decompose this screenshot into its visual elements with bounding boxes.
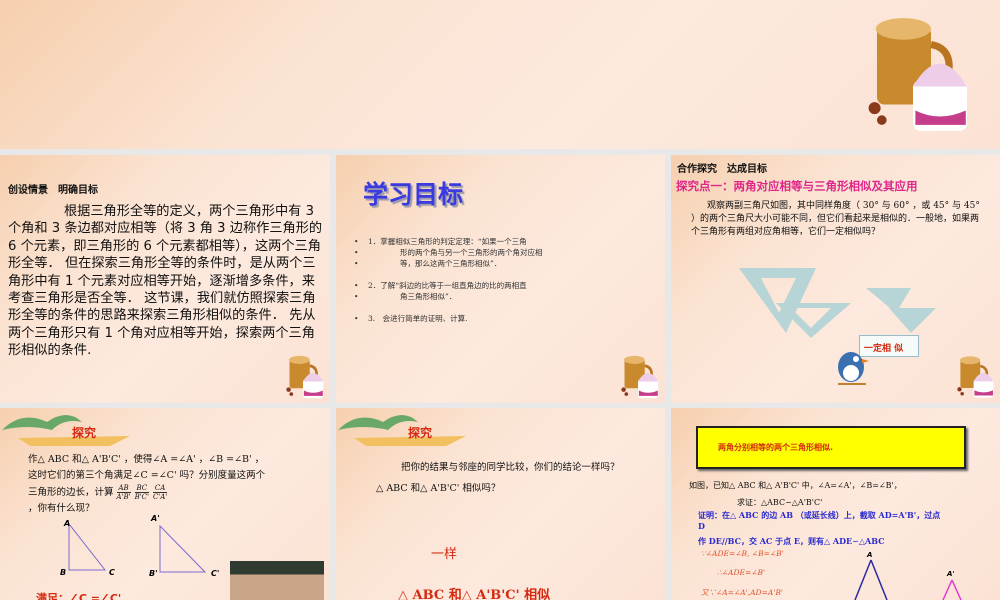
slide-thumbnail-5[interactable]: 探究 把你的结果与邻座的同学比较，你们的结论一样吗？ △ ABC 和△ A'B'… xyxy=(336,408,665,600)
proof-text: D xyxy=(698,521,705,531)
slide-subtitle: 探究点一：两角对应相等与三角形相似及其应用 xyxy=(676,179,918,193)
fraction-numerator: AB xyxy=(116,484,131,493)
vertex-label: C xyxy=(109,568,115,577)
coffee-cup-image xyxy=(956,352,1000,402)
proof-step: ∴∠ADE=∠B' xyxy=(717,568,766,577)
fraction-denominator: B'C' xyxy=(134,493,149,501)
coffee-cup-image xyxy=(865,0,985,149)
section-badge: 探究 xyxy=(408,426,433,440)
prove-text: 求证：△ABC∽△A'B'C' xyxy=(737,498,823,507)
slide-thumbnail-2[interactable]: 学习目标 1．掌握相似三角形的判定定理：“如果一个三角 形的两个角与另一个三角形… xyxy=(336,155,665,403)
slide-thumbnail-6[interactable]: 两角分别相等的两个三角形相似. 如图，已知△ ABC 和△ A'B'C' 中，∠… xyxy=(671,408,1000,600)
proof-text: 作 DE//BC，交 AC 于点 E，则有△ ADE∽△ABC xyxy=(698,536,885,546)
objectives-list: 1．掌握相似三角形的判定定理：“如果一个三角 形的两个角与另一个三角形的两个角对… xyxy=(350,236,660,324)
text-line: 作△ ABC 和△ A'B'C' ，使得∠A =∠A' ，∠B =∠B' ， xyxy=(28,454,265,465)
slide-thumbnail-1[interactable]: 创设情景 明确目标 根据三角形全等的定义，两个三角形中有 3 个角和 3 条边都… xyxy=(0,155,330,403)
text-line: ，你有什么现？ xyxy=(28,503,95,514)
triangles-diagram xyxy=(68,522,207,573)
slide-heading: 合作探究 达成目标 xyxy=(677,164,767,175)
coffee-cup-image xyxy=(620,352,665,402)
fraction-denominator: C'A' xyxy=(152,493,168,501)
leaf-decoration-icon xyxy=(338,415,466,446)
set-square-rulers-image xyxy=(739,268,936,338)
slide-title: 学习目标 xyxy=(363,180,464,209)
fraction-denominator: A'B' xyxy=(116,493,131,501)
proof-step: ∵∠ADE=∠B, ∠B=∠B' xyxy=(701,549,784,558)
text-line: 这时它们的第三个角满足∠C =∠C' 吗？分别度量这两个 xyxy=(28,470,266,481)
coffee-cup-image xyxy=(285,352,330,402)
question-text: 把你的结果与邻座的同学比较，你们的结论一样吗？ xyxy=(401,462,620,473)
theorem-box: 两角分别相等的两个三角形相似. xyxy=(696,426,966,469)
bird-mascot-icon xyxy=(838,352,869,385)
list-item: 等，那么这两个三角形相似”． xyxy=(350,258,660,269)
vertex-label: B xyxy=(60,568,67,577)
slide-thumbnail-4[interactable]: 探究 作△ ABC 和△ A'B'C' ，使得∠A =∠A' ，∠B =∠B' … xyxy=(0,408,330,600)
question-text: △ ABC 和△ A'B'C' 相似吗？ xyxy=(376,483,501,494)
vertex-label: C' xyxy=(211,569,220,578)
given-text: 如图，已知△ ABC 和△ A'B'C' 中，∠A=∠A'，∠B=∠B'， xyxy=(689,481,902,490)
slide-heading: 创设情景 明确目标 xyxy=(8,185,98,196)
answer-text: 一样 xyxy=(431,547,458,562)
slide-body-text: 作△ ABC 和△ A'B'C' ，使得∠A =∠A' ，∠B =∠B' ， 这… xyxy=(28,452,328,517)
slide-thumbnail-3[interactable]: 合作探究 达成目标 探究点一：两角对应相等与三角形相似及其应用 观察两副三角尺如… xyxy=(671,155,1000,403)
banner-slide[interactable] xyxy=(0,0,1000,149)
fraction-numerator: CA xyxy=(152,484,168,493)
classroom-photo xyxy=(230,561,324,600)
list-item: 2．了解“斜边的比等于一组直角边的比的两相直 xyxy=(350,280,660,291)
vertex-label: A xyxy=(64,519,71,528)
proof-step: 又∵∠A=∠A',AD=A'B' xyxy=(701,588,783,597)
list-item: 3. 会进行简单的证明、计算. xyxy=(350,313,660,324)
answer-text: △ ABC 和△ A'B'C' 相似 xyxy=(398,588,551,600)
answer-text: 满足：∠C =∠C' xyxy=(36,592,122,600)
proof-text: 证明：在△ ABC 的边 AB （或延长线）上，截取 AD=A'B'，过点 xyxy=(698,510,941,520)
slide-body-text: 根据三角形全等的定义，两个三角形中有 3 个角和 3 条边都对应相等（将 3 角… xyxy=(8,204,323,359)
list-item: 1．掌握相似三角形的判定定理：“如果一个三角 xyxy=(350,236,660,247)
triangles-diagram xyxy=(854,559,962,600)
section-badge: 探究 xyxy=(72,426,97,440)
vertex-label: B' xyxy=(149,569,158,578)
fraction-numerator: BC xyxy=(134,484,149,493)
list-item: 角三角形相似”． xyxy=(350,291,660,302)
vertex-label: A' xyxy=(151,514,160,523)
leaf-decoration-icon xyxy=(2,415,130,446)
ratio-fractions: AB A'B' BC B'C' CA C'A' xyxy=(116,484,168,501)
text-line: 三角形的边长，计算 xyxy=(28,486,114,498)
slide-body-text: 观察两副三角尺如图，其中同样角度（ 30° 与 60° ，或 45° 与 45°… xyxy=(691,201,980,237)
list-item: 形的两个角与另一个三角形的两个角对应相 xyxy=(350,247,660,258)
